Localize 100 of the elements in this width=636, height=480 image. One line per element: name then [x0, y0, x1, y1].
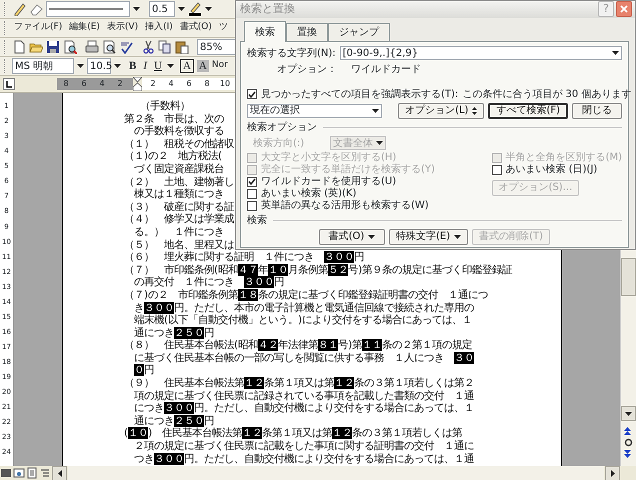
document-line: に基づく住民基本台帳の一部の写しを閲覧に供する事務 １人につき ３０	[133, 352, 474, 364]
web-layout-icon[interactable]	[13, 467, 25, 479]
print-layout-icon[interactable]	[26, 467, 38, 479]
scroll-left-button[interactable]	[52, 466, 67, 480]
ruler-number: 2	[149, 78, 157, 90]
print-preview-icon[interactable]	[102, 40, 116, 54]
close-button[interactable]	[616, 1, 632, 18]
scope-dropdown[interactable]: 現在の選択	[247, 104, 382, 118]
menu-item[interactable]: ファイル(F)	[12, 21, 64, 35]
pen-color-icon[interactable]	[188, 2, 202, 16]
format-button[interactable]: Nor	[212, 59, 228, 73]
dialog-button[interactable]: 閉じる	[572, 102, 622, 118]
checkbox-label[interactable]: あいまい検索 (日)(J)	[506, 162, 598, 177]
format-button[interactable]: A	[196, 60, 209, 72]
dialog-button[interactable]: オプション(L)	[398, 102, 484, 118]
pencil-icon[interactable]	[12, 2, 26, 16]
caret-icon[interactable]	[166, 64, 174, 68]
document-line: （２） 土地、建物著し	[124, 176, 234, 188]
font-field[interactable]: MS 明朝	[12, 58, 74, 74]
normal-view-icon[interactable]	[0, 467, 12, 479]
checkbox[interactable]	[247, 188, 257, 198]
document-line: の再交付 １件につき ３００ 円	[133, 276, 284, 289]
direction-label: 検索方向(:)	[253, 136, 304, 150]
checkbox-label[interactable]: あいまい検索 (英)(K)	[261, 186, 356, 201]
caret-icon[interactable]	[77, 64, 84, 68]
outline-view-icon[interactable]	[39, 467, 51, 479]
document-line: （５） 地名、里程又は	[124, 238, 234, 251]
menu-item[interactable]: 編集(E)	[67, 21, 102, 35]
checkbox-label[interactable]: 見つかったすべての項目を強調表示する(T):	[261, 86, 458, 102]
dialog-button[interactable]: すべて検索(F)	[488, 102, 568, 118]
menu-item[interactable]: 書式(O)	[178, 21, 214, 35]
document-line: 端末機(以下「自動交付機」という。)により交付をする場合にあっては、１	[133, 314, 472, 327]
dialog-button[interactable]: 書式(O)	[318, 228, 385, 244]
document-line: る。） １件につき	[133, 226, 224, 239]
scroll-right-button[interactable]	[605, 466, 620, 480]
line-width-field[interactable]: 0.5	[149, 1, 175, 17]
document-line: につき ３００ 円。ただし、自動交付機により交付をする場合にあっては、１	[133, 402, 474, 415]
eraser-icon[interactable]	[29, 2, 43, 16]
caret-icon[interactable]	[178, 7, 185, 11]
document-line: （８） 住民基本台帳法(昭和 ４２年法律第 ８１号)第 １１条の２第１項の規定	[124, 339, 472, 352]
left-arrow-icon	[58, 470, 62, 476]
dialog-button[interactable]: 特殊文字(E)	[388, 228, 468, 244]
copy-icon[interactable]	[158, 40, 172, 54]
document-line: つき ３００ 円。ただし、自動交付機により交付をする場合にあっては、１通	[133, 452, 474, 466]
menu-item[interactable]: 表示(V)	[104, 21, 140, 35]
checkbox-label[interactable]: ワイルドカードを使用する(U)	[261, 174, 396, 189]
right-arrow-icon	[610, 470, 614, 476]
document-magnifier-icon[interactable]	[63, 40, 77, 54]
new-document-icon[interactable]	[12, 40, 26, 54]
find-field[interactable]: [0-90-9,.]{2,9}	[340, 46, 622, 60]
format-button[interactable]: I	[141, 58, 150, 74]
ruler-number: 6	[185, 78, 193, 90]
spelling-check-icon[interactable]	[119, 40, 133, 54]
ruler-number: 8	[203, 78, 211, 90]
scroll-down-button[interactable]	[621, 406, 636, 421]
caret-icon[interactable]	[372, 108, 379, 112]
menu-item[interactable]: 挿入(I)	[143, 21, 175, 35]
caret-icon[interactable]	[612, 51, 619, 55]
save-icon[interactable]	[46, 40, 60, 54]
checkbox[interactable]	[247, 200, 257, 210]
paste-icon[interactable]	[175, 40, 189, 54]
document-line: （４） 修学又は学業成	[124, 213, 234, 226]
document-line: 項の規定に基づく住民票に記録されている事項を記載した書類の交付 １通	[133, 390, 474, 402]
printer-icon[interactable]	[85, 40, 99, 54]
previous-page-icon[interactable]	[624, 427, 633, 435]
line-style-icon	[49, 7, 123, 11]
caret-icon[interactable]	[114, 64, 121, 68]
caret-icon[interactable]	[205, 7, 212, 11]
format-button[interactable]: B	[127, 58, 138, 74]
indent-marker-icon[interactable]	[133, 77, 142, 91]
double-arrow-icon	[472, 106, 478, 114]
down-arrow-icon	[625, 412, 632, 416]
font-size-field[interactable]: 10.5	[87, 58, 111, 74]
checkbox[interactable]	[492, 164, 502, 174]
ruler-number: 10	[218, 78, 232, 90]
scroll-thumb[interactable]	[621, 258, 636, 296]
group-title: 検索	[247, 214, 267, 228]
checkbox[interactable]	[247, 176, 257, 186]
tab[interactable]: 置換	[286, 22, 328, 40]
document-line: （３） 破産に関する証	[124, 200, 234, 213]
find-label: 検索する文字列(N):	[247, 46, 336, 60]
options-label: オプション：	[277, 62, 337, 76]
checkbox-label[interactable]: 英単語の異なる活用形も検索する(W)	[261, 198, 429, 213]
format-button[interactable]: U	[152, 58, 164, 74]
ruler-number: 8	[62, 78, 70, 90]
tab[interactable]: 検索	[244, 20, 286, 42]
line-style-dropdown[interactable]	[46, 1, 130, 17]
document-line: （６） 埋火葬に関する証明 １件につき ３００ 円	[124, 251, 364, 264]
tab[interactable]: ジャンプ	[328, 22, 390, 40]
checkbox[interactable]	[247, 89, 257, 99]
tab-stop-icon[interactable]	[3, 78, 15, 90]
scissors-icon[interactable]	[141, 40, 155, 54]
menu-item[interactable]: ツ	[216, 21, 230, 35]
next-page-icon[interactable]	[624, 450, 633, 458]
format-button[interactable]: A	[180, 59, 194, 73]
options-value: ワイルドカード	[351, 62, 421, 76]
document-line: (１０) 住民基本台帳法第 １２条第１項又は第 １２条の３第１項若しくは第	[124, 427, 462, 440]
caret-icon[interactable]	[133, 7, 140, 11]
document-line: ２項の規定に基づく住民票に記載をした事項に関する証明書の交付 １通に	[133, 440, 474, 453]
browse-object-icon[interactable]	[624, 438, 633, 447]
